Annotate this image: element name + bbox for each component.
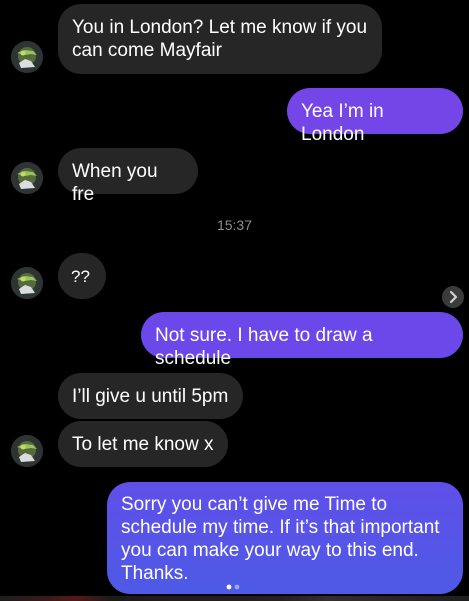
- message-bubble-outgoing[interactable]: Not sure. I have to draw a schedule: [141, 312, 463, 369]
- avatar[interactable]: [11, 435, 43, 467]
- message-bubble-outgoing[interactable]: Sorry you can’t give me Time to schedule…: [107, 482, 463, 594]
- message-text: You in London? Let me know if you: [72, 17, 368, 38]
- message-bubble-incoming[interactable]: When you fre: [58, 148, 198, 205]
- profile-photo-icon: [11, 267, 43, 299]
- profile-photo-icon: [11, 162, 43, 194]
- chevron-right-icon: [449, 290, 458, 304]
- message-bubble-incoming[interactable]: I’ll give u until 5pm: [58, 373, 243, 419]
- message-text: I’ll give u until 5pm: [72, 386, 229, 407]
- avatar[interactable]: [11, 267, 43, 299]
- message-text: you can make your way to this end.: [121, 540, 419, 561]
- message-text: Thanks.: [121, 563, 189, 584]
- forward-button[interactable]: [442, 286, 464, 308]
- message-text: When you fre: [72, 161, 158, 205]
- message-text: To let me know x: [72, 434, 214, 455]
- page-dots-icon: [226, 577, 240, 590]
- message-text: schedule my time. If it’s that important: [121, 517, 440, 538]
- message-text: Not sure. I have to draw a schedule: [155, 325, 373, 369]
- message-text: can come Mayfair: [72, 40, 222, 61]
- message-text: Sorry you can’t give me Time to: [121, 494, 388, 515]
- message-timestamp: 15:37: [216, 217, 253, 233]
- message-text: Yea I’m in London: [301, 101, 384, 145]
- avatar[interactable]: [11, 41, 43, 73]
- message-bubble-incoming[interactable]: ??: [58, 253, 106, 299]
- message-bubble-incoming[interactable]: You in London? Let me know if you can co…: [58, 4, 382, 74]
- avatar[interactable]: [11, 162, 43, 194]
- bottom-edge: [0, 596, 469, 601]
- profile-photo-icon: [11, 41, 43, 73]
- message-bubble-outgoing[interactable]: Yea I’m in London: [287, 88, 463, 145]
- message-bubble-incoming[interactable]: To let me know x: [58, 421, 228, 467]
- profile-photo-icon: [11, 435, 43, 467]
- message-text: ??: [71, 267, 90, 286]
